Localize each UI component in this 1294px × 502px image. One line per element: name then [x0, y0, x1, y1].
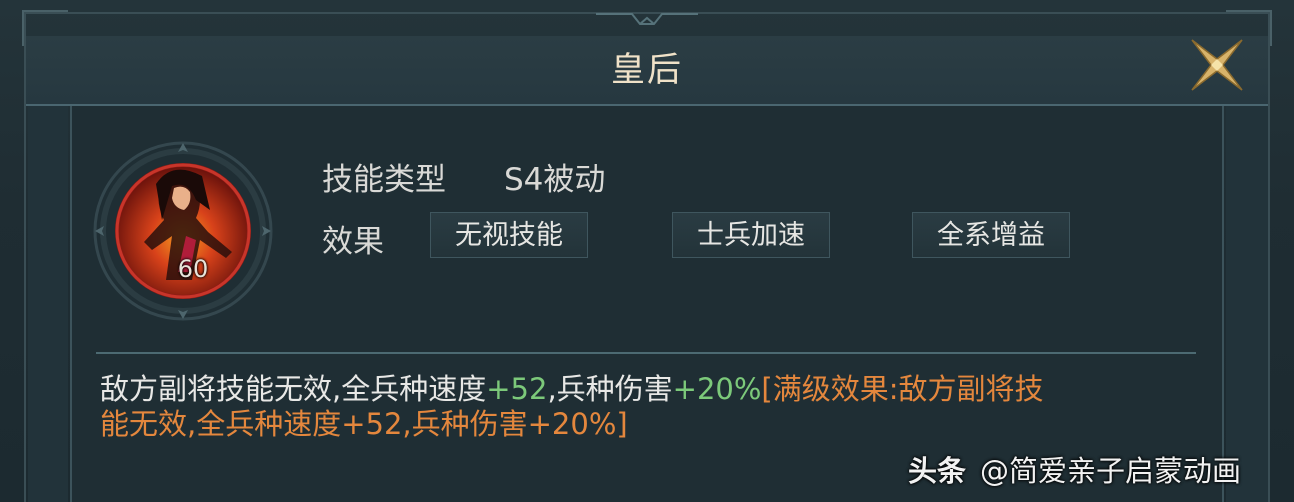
skill-detail-screen: 皇后 60 技能类型 S4被动 效果 无视技能 士兵加速 全系增益 敌方副将技能… — [0, 0, 1294, 502]
watermark-account: @简爱亲子启蒙动画 — [980, 454, 1242, 488]
effect-label: 效果 — [322, 224, 384, 260]
effect-tag-all-buff: 全系增益 — [912, 212, 1070, 258]
top-ornament-icon — [596, 13, 698, 25]
desc-damage-value: +20% — [672, 372, 762, 406]
skill-level: 60 — [177, 255, 209, 283]
panel-side-left — [28, 106, 68, 502]
desc-max-level-effect: [满级效果:敌方副将技 — [761, 372, 1044, 406]
desc-speed-value: +52 — [486, 372, 548, 406]
close-x-icon[interactable] — [1186, 34, 1248, 96]
dialog-title: 皇后 — [611, 50, 683, 90]
skill-portrait-icon — [93, 141, 273, 321]
description-line-1: 敌方副将技能无效,全兵种速度+52,兵种伤害+20%[满级效果:敌方副将技 — [100, 372, 1190, 407]
desc-text: ,兵种伤害 — [547, 372, 673, 406]
panel-side-right — [1226, 106, 1268, 502]
effect-tag-ignore-skill: 无视技能 — [430, 212, 588, 258]
skill-type-value: S4被动 — [504, 162, 606, 198]
skill-description: 敌方副将技能无效,全兵种速度+52,兵种伤害+20%[满级效果:敌方副将技 能无… — [100, 372, 1190, 442]
skill-type-label: 技能类型 — [322, 162, 446, 198]
effect-tag-soldier-speed: 士兵加速 — [672, 212, 830, 258]
desc-text: 敌方副将技能无效,全兵种速度 — [100, 372, 487, 406]
watermark-brand: 头条 — [908, 454, 967, 488]
description-line-2: 能无效,全兵种速度+52,兵种伤害+20%] — [100, 407, 628, 441]
watermark: 头条 @简爱亲子启蒙动画 — [908, 448, 1241, 490]
section-divider — [96, 352, 1196, 354]
